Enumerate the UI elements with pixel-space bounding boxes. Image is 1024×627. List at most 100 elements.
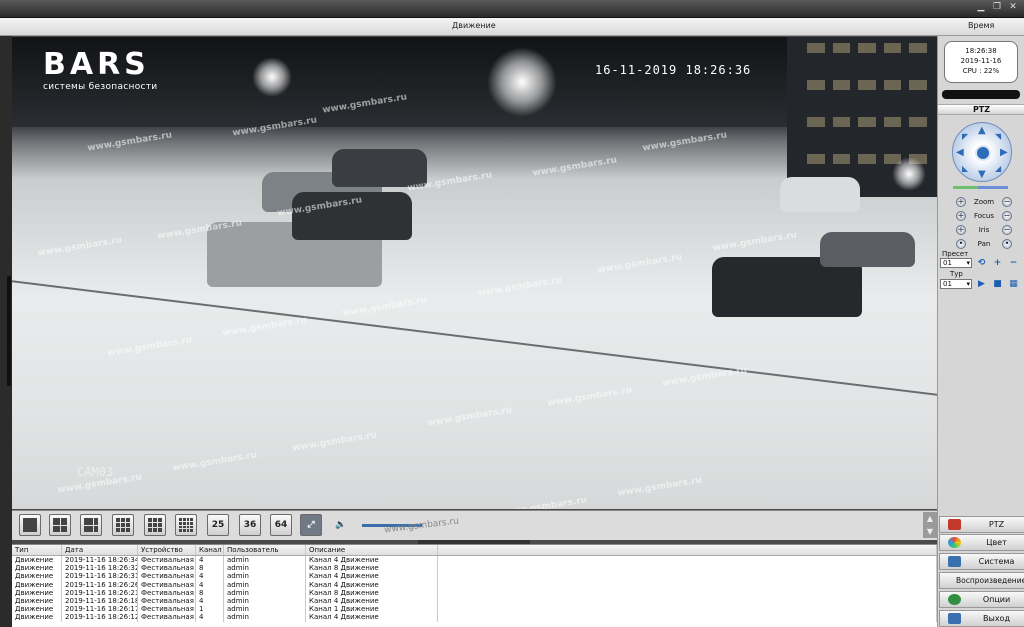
log-row[interactable]: Движение 2019-11-16 18:26:32 Фестивальная 8… [12,564,937,573]
scroll-down-icon[interactable]: ▼ [923,525,937,538]
log-cell: Канал 4 Движение [306,596,438,606]
log-cell: Фестивальная [138,580,196,589]
log-cell: Фестивальная [138,572,196,581]
nav-options-button[interactable]: Опции [939,591,1024,608]
layout-9-button[interactable] [144,514,166,536]
ptz-pan-row: • Pan • [956,238,1012,249]
left-collapse-strip [0,36,12,627]
minimize-icon[interactable]: ▁ [976,3,986,12]
arrow-upright-icon[interactable]: ◥ [995,132,1001,142]
log-cell-filler [438,596,937,606]
log-row[interactable]: Движение 2019-11-16 18:26:26 Фестивальная 4… [12,580,937,589]
log-cell: 2019-11-16 18:26:32 [62,564,138,573]
log-cell: 2019-11-16 18:26:31 [62,572,138,581]
nav-playback-button[interactable]: Воспроизведение [939,572,1024,589]
layout-6-button[interactable] [80,514,102,536]
log-cell: 4 [196,580,224,589]
nav-exit-button[interactable]: Выход [939,610,1024,627]
log-cell: 4 [196,572,224,581]
parked-car [780,177,860,212]
preset-add-icon[interactable]: + [992,258,1003,268]
focus-label: Focus [974,211,994,220]
street-light [892,157,926,191]
col-user[interactable]: Пользователь [224,545,306,555]
tour-play-icon[interactable]: ▶ [976,279,987,289]
layout-1-button[interactable] [19,514,41,536]
nav-options-label: Опции [982,595,1011,604]
col-device[interactable]: Устройство [138,545,196,555]
tour-select[interactable]: 01 [940,279,972,289]
mute-icon[interactable]: 🔈 [330,514,352,536]
log-row[interactable]: Движение 2019-11-16 18:26:18 Фестивальная 4… [12,596,937,606]
log-cell: Канал 4 Движение [306,556,438,565]
log-row[interactable]: Движение 2019-11-16 18:26:17 Фестивальная 1… [12,605,937,614]
preset-label: Пресет [942,250,969,258]
focus-in-button[interactable]: + [956,210,966,221]
col-date[interactable]: Дата [62,545,138,555]
layout-8-button[interactable] [112,514,134,536]
clock-widget: 18:26:38 2019-11-16 CPU : 22% [944,41,1018,83]
parked-car [820,232,915,267]
nav-color-button[interactable]: Цвет [939,534,1024,551]
preset-goto-icon[interactable]: ⟲ [976,258,987,268]
pan-right-button[interactable]: • [1001,238,1012,249]
log-cell: Фестивальная [138,564,196,573]
col-channel[interactable]: Канал [196,545,224,555]
menu-time[interactable]: Время [968,21,994,30]
log-cell: 2019-11-16 18:26:34 [62,556,138,565]
collapse-handle[interactable] [7,276,11,386]
log-cell: 1 [196,605,224,614]
layout-64-button[interactable]: 64 [270,514,292,536]
tour-stop-icon[interactable]: ■ [992,279,1003,289]
preset-remove-icon[interactable]: − [1008,258,1019,268]
watermark: www.gsmbars.ru [383,516,460,536]
pan-left-button[interactable]: • [956,238,966,249]
log-cell: admin [224,613,306,622]
nav-ptz-button[interactable]: PTZ [939,516,1024,533]
log-row[interactable]: Движение 2019-11-16 18:26:31 Фестивальная 4… [12,572,937,581]
camera-view[interactable]: BARS системы безопасности 16-11-2019 18:… [12,37,937,509]
col-type[interactable]: Тип [12,545,62,555]
joystick-center[interactable] [975,145,991,161]
log-cell: Канал 4 Движение [306,613,438,622]
toolbar-scroll[interactable]: ▲ ▼ [923,512,937,538]
layout-4-button[interactable] [49,514,71,536]
log-row[interactable]: Движение 2019-11-16 18:26:12 Фестивальная 4… [12,613,937,622]
arrow-down-icon[interactable]: ▼ [978,170,986,180]
close-icon[interactable]: ✕ [1008,3,1018,12]
log-cell: Движение [12,580,62,589]
log-row[interactable]: Движение 2019-11-16 18:26:34 Фестивальная 4… [12,556,937,565]
zoom-out-button[interactable]: − [1002,196,1012,207]
restore-icon[interactable]: ❐ [992,3,1002,12]
menu-motion[interactable]: Движение [452,21,496,30]
log-cell: Движение [12,564,62,573]
layout-16-button[interactable] [175,514,197,536]
zoom-in-button[interactable]: + [956,196,966,207]
arrow-up-icon[interactable]: ▲ [978,126,986,136]
fullscreen-button[interactable]: ⤢ [300,514,322,536]
iris-close-button[interactable]: − [1001,224,1012,235]
layout-36-button[interactable]: 36 [239,514,261,536]
clock-time: 18:26:38 [965,47,997,55]
tour-grid-icon[interactable]: ▦ [1008,279,1019,289]
iris-open-button[interactable]: + [956,224,966,235]
ptz-joystick[interactable]: ▲ ▼ ◀ ▶ ◤ ◥ ◣ ◢ [952,122,1012,182]
focus-out-button[interactable]: − [1002,210,1012,221]
log-cell: 2019-11-16 18:26:17 [62,605,138,614]
log-row[interactable]: Движение 2019-11-16 18:26:21 Фестивальная 8… [12,588,937,597]
preset-select[interactable]: 01 [940,258,972,268]
log-cell: Канал 1 Движение [306,605,438,614]
arrow-downright-icon[interactable]: ◢ [995,164,1001,174]
arrow-right-icon[interactable]: ▶ [1000,148,1008,158]
layout-25-button[interactable]: 25 [207,514,229,536]
arrow-upleft-icon[interactable]: ◤ [962,132,968,142]
osd-timestamp: 16-11-2019 18:26:36 [595,63,752,77]
arrow-downleft-icon[interactable]: ◣ [962,164,968,174]
col-description[interactable]: Описание [306,545,438,555]
log-cell: admin [224,572,306,581]
scroll-up-icon[interactable]: ▲ [923,512,937,525]
arrow-left-icon[interactable]: ◀ [956,148,964,158]
col-filler [438,545,937,555]
nav-system-button[interactable]: Система [939,553,1024,570]
log-cell: Движение [12,596,62,606]
